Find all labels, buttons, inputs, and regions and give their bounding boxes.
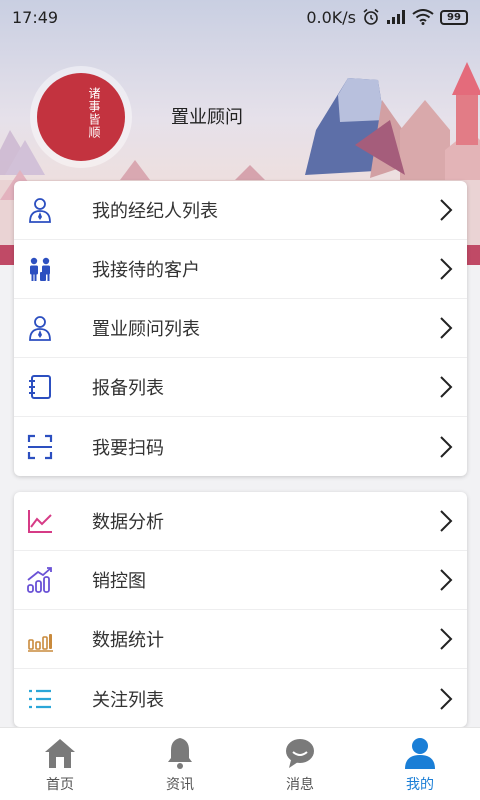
bar-stats-icon: [28, 634, 53, 652]
menu-item-data-statistics[interactable]: 数据统计: [14, 610, 467, 669]
notebook-icon: [29, 375, 51, 399]
avatar-text: 诸事皆顺: [87, 87, 101, 139]
tab-label: 消息: [286, 777, 314, 793]
tab-mine[interactable]: 我的: [360, 728, 480, 800]
menu-item-label: 我接待的客户: [92, 260, 200, 281]
user-icon: [405, 738, 435, 769]
signal-icon: [387, 10, 405, 24]
menu-item-consultant-list[interactable]: 置业顾问列表: [14, 299, 467, 358]
menu-item-sales-control[interactable]: 销控图: [14, 551, 467, 610]
consultant-person-icon: [29, 316, 51, 341]
home-icon: [45, 739, 75, 768]
menu-item-report-list[interactable]: 报备列表: [14, 358, 467, 417]
chevron-right-icon: [440, 435, 453, 458]
menu-item-my-customers[interactable]: 我接待的客户: [14, 240, 467, 299]
list-icon: [29, 689, 51, 708]
alarm-icon: [363, 8, 379, 25]
menu-item-scan[interactable]: 我要扫码: [14, 417, 467, 476]
menu-item-label: 我的经纪人列表: [92, 201, 218, 222]
menu-item-label: 销控图: [92, 571, 146, 592]
chat-bubble-icon: [286, 739, 314, 768]
tab-messages[interactable]: 消息: [240, 728, 360, 800]
network-speed: 0.0K/s: [306, 7, 356, 27]
menu-item-label: 我要扫码: [92, 437, 164, 459]
status-time: 17:49: [12, 7, 59, 27]
tab-home[interactable]: 首页: [0, 728, 120, 800]
tab-label: 首页: [46, 777, 74, 793]
menu-item-data-analysis[interactable]: 数据分析: [14, 492, 467, 551]
battery-indicator: 99: [440, 9, 468, 25]
tab-label: 资讯: [166, 777, 194, 793]
status-bar: 17:49 0.0K/s 99: [0, 0, 480, 34]
menu-item-label: 数据分析: [92, 512, 164, 533]
chevron-right-icon: [440, 258, 453, 280]
tab-label: 我的: [406, 777, 434, 793]
chevron-right-icon: [440, 376, 453, 398]
scan-icon: [27, 434, 53, 459]
chevron-right-icon: [440, 317, 453, 339]
avatar-seal: 诸事皆顺: [37, 73, 125, 161]
trend-bars-icon: [27, 567, 52, 593]
menu-card-data: 数据分析 销控图 数据统计 关注列表: [14, 492, 467, 727]
customers-icon: [30, 257, 50, 281]
menu-item-label: 报备列表: [92, 378, 164, 399]
chevron-right-icon: [440, 510, 453, 532]
tab-news[interactable]: 资讯: [120, 728, 240, 800]
menu-item-label: 置业顾问列表: [92, 319, 200, 340]
menu-item-follow-list[interactable]: 关注列表: [14, 669, 467, 727]
avatar[interactable]: 诸事皆顺: [30, 66, 132, 168]
bell-icon: [168, 738, 192, 769]
bottom-tab-bar: 首页 资讯 消息 我的: [0, 727, 480, 800]
chevron-right-icon: [440, 687, 453, 710]
user-role-title: 置业顾问: [171, 107, 243, 128]
wifi-icon: [412, 9, 434, 25]
menu-item-agent-list[interactable]: 我的经纪人列表: [14, 181, 467, 240]
chevron-right-icon: [440, 569, 453, 591]
menu-item-label: 关注列表: [92, 689, 164, 711]
chevron-right-icon: [440, 628, 453, 650]
agent-person-icon: [29, 198, 51, 223]
menu-card-primary: 我的经纪人列表 我接待的客户 置业顾问列表 报备列表 我要扫码: [14, 181, 467, 476]
chevron-right-icon: [440, 199, 453, 221]
menu-item-label: 数据统计: [92, 630, 164, 651]
line-chart-icon: [28, 510, 52, 533]
